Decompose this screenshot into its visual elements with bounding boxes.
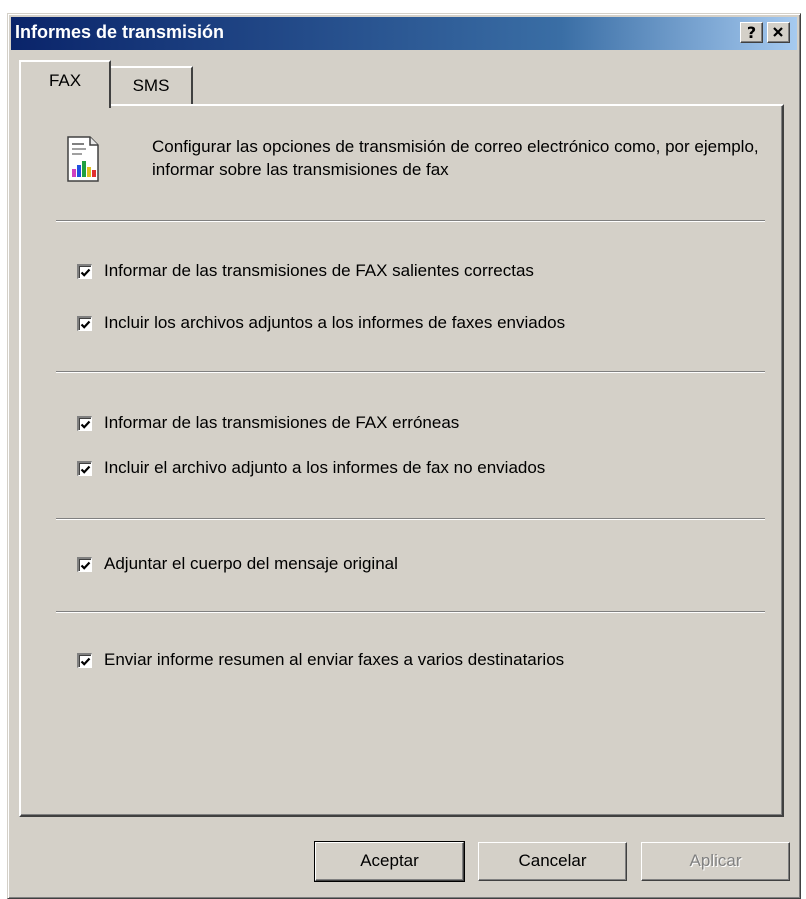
question-mark-icon: ? — [746, 23, 757, 42]
option-send-summary-report[interactable]: Enviar informe resumen al enviar faxes a… — [77, 649, 564, 671]
close-icon — [773, 27, 783, 37]
help-button[interactable]: ? — [740, 22, 763, 43]
checkmark-icon — [80, 657, 91, 666]
option-label: Adjuntar el cuerpo del mensaje original — [104, 554, 398, 573]
option-attach-original-body[interactable]: Adjuntar el cuerpo del mensaje original — [77, 553, 398, 575]
checkbox[interactable] — [77, 415, 92, 431]
option-report-outgoing-success[interactable]: Informar de las transmisiones de FAX sal… — [77, 260, 534, 282]
close-button[interactable] — [767, 22, 790, 43]
separator — [56, 611, 765, 613]
separator — [56, 371, 765, 373]
option-label: Enviar informe resumen al enviar faxes a… — [104, 650, 565, 669]
tab-panel-fax: Configurar las opciones de transmisión d… — [19, 104, 784, 817]
description-text: Configurar las opciones de transmisión d… — [152, 137, 759, 179]
checkmark-icon — [80, 420, 91, 429]
option-label: Informar de las transmisiones de FAX err… — [104, 413, 460, 432]
option-label: Incluir los archivos adjuntos a los info… — [104, 313, 566, 332]
separator — [56, 518, 765, 520]
checkmark-icon — [80, 561, 91, 570]
option-label: Incluir el archivo adjunto a los informe… — [104, 458, 546, 477]
checkbox[interactable] — [77, 460, 92, 476]
option-include-attachments-sent[interactable]: Incluir los archivos adjuntos a los info… — [77, 312, 565, 334]
checkbox[interactable] — [77, 263, 92, 279]
tab-fax[interactable]: FAX — [19, 60, 111, 108]
cancel-button[interactable]: Cancelar — [478, 842, 627, 881]
option-include-attachment-unsent[interactable]: Incluir el archivo adjunto a los informe… — [77, 457, 545, 479]
option-report-failed[interactable]: Informar de las transmisiones de FAX err… — [77, 412, 459, 434]
checkmark-icon — [80, 465, 91, 474]
tab-sms[interactable]: SMS — [111, 66, 193, 104]
tab-fax-label: FAX — [48, 71, 82, 90]
tab-sms-label: SMS — [132, 76, 170, 95]
separator — [56, 220, 765, 222]
checkmark-icon — [80, 320, 91, 329]
checkbox[interactable] — [77, 652, 92, 668]
checkmark-icon — [80, 268, 91, 277]
option-label: Informar de las transmisiones de FAX sal… — [104, 261, 534, 280]
ok-button[interactable]: Aceptar — [314, 841, 465, 882]
checkbox[interactable] — [77, 315, 92, 331]
window-title: Informes de transmisión — [15, 22, 225, 42]
fax-report-document-icon — [67, 136, 99, 182]
apply-button[interactable]: Aplicar — [641, 842, 790, 881]
title-bar[interactable]: Informes de transmisión ? — [11, 17, 797, 50]
checkbox[interactable] — [77, 556, 92, 572]
